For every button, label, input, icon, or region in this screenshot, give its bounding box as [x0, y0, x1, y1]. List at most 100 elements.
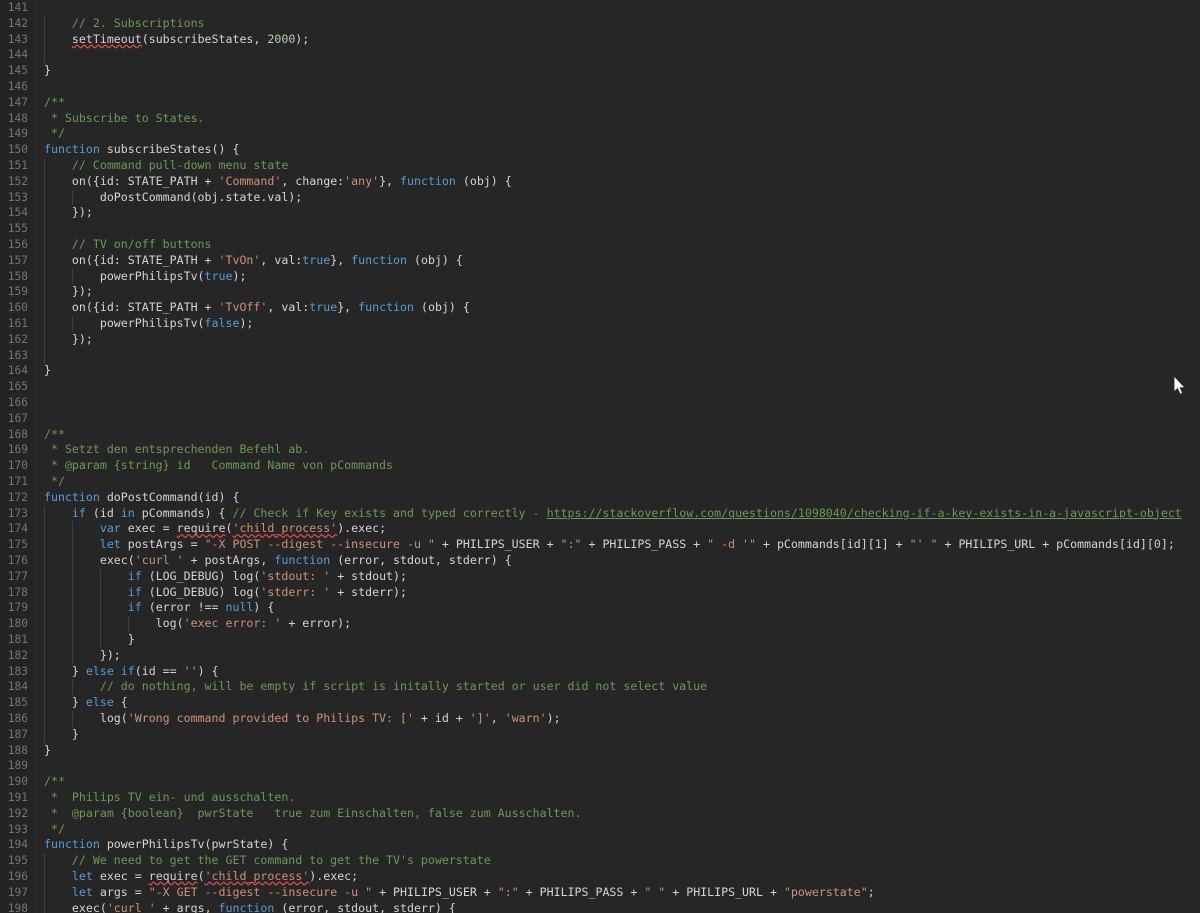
code-text[interactable]: * @param {boolean} pwrState true zum Ein… [44, 806, 581, 822]
code-line[interactable]: 195 // We need to get the GET command to… [0, 853, 1200, 869]
code-text[interactable]: let args = "-X GET --digest --insecure -… [44, 885, 875, 901]
code-line[interactable]: 145} [0, 63, 1200, 79]
code-text[interactable]: if (LOG_DEBUG) log('stderr: ' + stderr); [44, 585, 407, 601]
code-line[interactable]: 156 // TV on/off buttons [0, 237, 1200, 253]
code-text[interactable]: } [44, 363, 51, 379]
code-text[interactable]: function subscribeStates() { [44, 142, 239, 158]
code-line[interactable]: 151 // Command pull-down menu state [0, 158, 1200, 174]
code-text[interactable]: // 2. Subscriptions [44, 16, 205, 32]
code-line[interactable]: 154 }); [0, 205, 1200, 221]
code-text[interactable]: } [44, 63, 51, 79]
code-text[interactable]: }); [44, 332, 93, 348]
code-line[interactable]: 169 * Setzt den entsprechenden Befehl ab… [0, 442, 1200, 458]
code-line[interactable]: 189 [0, 758, 1200, 774]
code-line[interactable]: 193 */ [0, 822, 1200, 838]
code-text[interactable]: let exec = require('child_process').exec… [44, 869, 358, 885]
code-line[interactable]: 148 * Subscribe to States. [0, 111, 1200, 127]
code-text[interactable]: } [44, 632, 135, 648]
code-line[interactable]: 150function subscribeStates() { [0, 142, 1200, 158]
code-line[interactable]: 161 powerPhilipsTv(false); [0, 316, 1200, 332]
code-text[interactable]: }); [44, 648, 121, 664]
code-line[interactable]: 175 let postArgs = "-X POST --digest --i… [0, 537, 1200, 553]
code-text[interactable]: if (id in pCommands) { // Check if Key e… [44, 506, 1182, 522]
code-text[interactable]: } [44, 743, 51, 759]
code-text[interactable]: * Setzt den entsprechenden Befehl ab. [44, 442, 309, 458]
code-line[interactable]: 159 }); [0, 284, 1200, 300]
code-line[interactable]: 183 } else if(id == '') { [0, 664, 1200, 680]
code-editor-pane[interactable]: 141142 // 2. Subscriptions143 setTimeout… [0, 0, 1200, 913]
code-line[interactable]: 157 on({id: STATE_PATH + 'TvOn', val:tru… [0, 253, 1200, 269]
code-line[interactable]: 182 }); [0, 648, 1200, 664]
code-line[interactable]: 155 [0, 221, 1200, 237]
code-line[interactable]: 180 log('exec error: ' + error); [0, 616, 1200, 632]
code-text[interactable]: }); [44, 284, 93, 300]
code-line[interactable]: 171 */ [0, 474, 1200, 490]
code-line[interactable]: 153 doPostCommand(obj.state.val); [0, 190, 1200, 206]
code-text[interactable]: on({id: STATE_PATH + 'Command', change:'… [44, 174, 512, 190]
code-text[interactable]: * Philips TV ein- und ausschalten. [44, 790, 295, 806]
code-line[interactable]: 164} [0, 363, 1200, 379]
code-line[interactable]: 142 // 2. Subscriptions [0, 16, 1200, 32]
code-line[interactable]: 192 * @param {boolean} pwrState true zum… [0, 806, 1200, 822]
code-line[interactable]: 187 } [0, 727, 1200, 743]
code-line[interactable]: 184 // do nothing, will be empty if scri… [0, 679, 1200, 695]
code-line[interactable]: 188} [0, 743, 1200, 759]
code-text[interactable]: on({id: STATE_PATH + 'TvOff', val:true},… [44, 300, 470, 316]
code-text[interactable]: } [44, 727, 79, 743]
code-line[interactable]: 177 if (LOG_DEBUG) log('stdout: ' + stdo… [0, 569, 1200, 585]
code-line[interactable]: 194function powerPhilipsTv(pwrState) { [0, 837, 1200, 853]
code-line[interactable]: 165 [0, 379, 1200, 395]
code-text[interactable]: exec('curl ' + args, function (error, st… [44, 901, 456, 913]
code-line[interactable]: 146 [0, 79, 1200, 95]
code-line[interactable]: 141 [0, 0, 1200, 16]
code-text[interactable]: // TV on/off buttons [44, 237, 212, 253]
code-line[interactable]: 176 exec('curl ' + postArgs, function (e… [0, 553, 1200, 569]
code-text[interactable]: doPostCommand(obj.state.val); [44, 190, 302, 206]
code-text[interactable]: if (LOG_DEBUG) log('stdout: ' + stdout); [44, 569, 407, 585]
code-text[interactable]: if (error !== null) { [44, 600, 274, 616]
code-text[interactable]: let postArgs = "-X POST --digest --insec… [44, 537, 1175, 553]
code-line[interactable]: 197 let args = "-X GET --digest --insecu… [0, 885, 1200, 901]
code-line[interactable]: 167 [0, 411, 1200, 427]
code-line[interactable]: 166 [0, 395, 1200, 411]
code-line[interactable]: 172function doPostCommand(id) { [0, 490, 1200, 506]
code-text[interactable]: }); [44, 205, 93, 221]
code-text[interactable]: exec('curl ' + postArgs, function (error… [44, 553, 512, 569]
code-line[interactable]: 170 * @param {string} id Command Name vo… [0, 458, 1200, 474]
code-line[interactable]: 198 exec('curl ' + args, function (error… [0, 901, 1200, 913]
code-text[interactable]: */ [44, 126, 65, 142]
code-line[interactable]: 168/** [0, 427, 1200, 443]
code-text[interactable]: // do nothing, will be empty if script i… [44, 679, 707, 695]
code-line[interactable]: 196 let exec = require('child_process').… [0, 869, 1200, 885]
code-line[interactable]: 174 var exec = require('child_process').… [0, 521, 1200, 537]
code-line[interactable]: 144 [0, 47, 1200, 63]
code-text[interactable]: } else { [44, 695, 128, 711]
code-text[interactable]: * @param {string} id Command Name von pC… [44, 458, 393, 474]
code-text[interactable]: /** [44, 427, 65, 443]
code-line[interactable]: 147/** [0, 95, 1200, 111]
code-text[interactable]: powerPhilipsTv(false); [44, 316, 253, 332]
code-line[interactable]: 160 on({id: STATE_PATH + 'TvOff', val:tr… [0, 300, 1200, 316]
code-line[interactable]: 163 [0, 348, 1200, 364]
code-text[interactable]: /** [44, 774, 65, 790]
code-text[interactable]: function powerPhilipsTv(pwrState) { [44, 837, 288, 853]
code-line[interactable]: 152 on({id: STATE_PATH + 'Command', chan… [0, 174, 1200, 190]
code-line[interactable]: 178 if (LOG_DEBUG) log('stderr: ' + stde… [0, 585, 1200, 601]
code-text[interactable]: // Command pull-down menu state [44, 158, 288, 174]
code-line[interactable]: 185 } else { [0, 695, 1200, 711]
code-text[interactable]: var exec = require('child_process').exec… [44, 521, 386, 537]
code-text[interactable]: powerPhilipsTv(true); [44, 269, 246, 285]
code-line[interactable]: 186 log('Wrong command provided to Phili… [0, 711, 1200, 727]
code-line[interactable]: 149 */ [0, 126, 1200, 142]
code-line[interactable]: 191 * Philips TV ein- und ausschalten. [0, 790, 1200, 806]
code-text[interactable]: * Subscribe to States. [44, 111, 205, 127]
code-line[interactable]: 158 powerPhilipsTv(true); [0, 269, 1200, 285]
code-line[interactable]: 190/** [0, 774, 1200, 790]
code-line[interactable]: 181 } [0, 632, 1200, 648]
code-line[interactable]: 179 if (error !== null) { [0, 600, 1200, 616]
code-text[interactable]: log('exec error: ' + error); [44, 616, 351, 632]
code-line[interactable]: 162 }); [0, 332, 1200, 348]
code-line[interactable]: 173 if (id in pCommands) { // Check if K… [0, 506, 1200, 522]
code-text[interactable]: setTimeout(subscribeStates, 2000); [44, 32, 309, 48]
code-text[interactable]: */ [44, 822, 65, 838]
